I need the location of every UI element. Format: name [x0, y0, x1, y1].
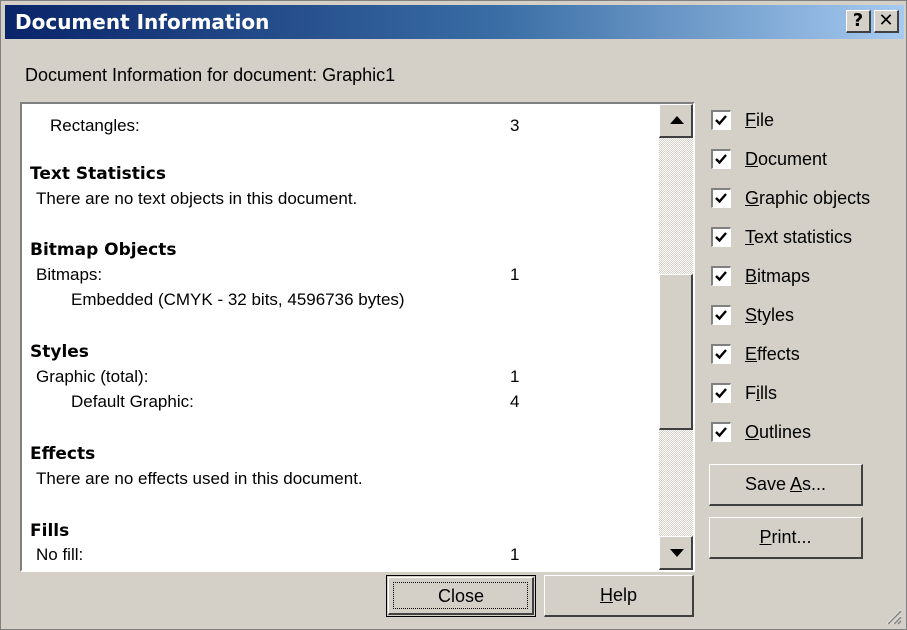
- checkbox[interactable]: [711, 305, 731, 325]
- checkbox[interactable]: [711, 422, 731, 442]
- document-information-dialog: Document Information ? ✕ Document Inform…: [0, 0, 907, 630]
- help-title-button[interactable]: ?: [846, 10, 871, 33]
- scroll-down-button[interactable]: [659, 536, 693, 570]
- scroll-up-button[interactable]: [659, 104, 693, 138]
- option-label: Graphic objects: [745, 188, 871, 208]
- save-as-label: Save As...: [744, 474, 827, 494]
- option-label: Outlines: [745, 422, 812, 442]
- checkbox[interactable]: [711, 344, 731, 364]
- fills-heading: Fills: [30, 521, 70, 541]
- checkbox[interactable]: [711, 149, 731, 169]
- checkmark-icon: [715, 271, 727, 282]
- checkbox[interactable]: [711, 227, 731, 247]
- embedded-bitmap-text: Embedded (CMYK - 32 bits, 4596736 bytes): [71, 290, 405, 309]
- default-graphic-label: Default Graphic:: [71, 392, 194, 411]
- arrow-down-icon: [670, 549, 684, 557]
- help-button[interactable]: Help: [544, 575, 694, 617]
- info-list-content: Rectangles: 3 Text Statistics There are …: [22, 104, 659, 570]
- text-statistics-note: There are no text objects in this docume…: [36, 189, 358, 208]
- option-label: Text statistics: [745, 227, 853, 247]
- checkmark-icon: [715, 388, 727, 399]
- close-button[interactable]: Close: [386, 575, 536, 617]
- effects-note: There are no effects used in this docume…: [36, 469, 363, 488]
- rectangles-label: Rectangles:: [50, 116, 140, 135]
- title-bar: Document Information ? ✕: [5, 5, 904, 39]
- arrow-up-icon: [670, 116, 684, 124]
- checkbox[interactable]: [711, 188, 731, 208]
- checkmark-icon: [715, 310, 727, 321]
- checkbox[interactable]: [711, 110, 731, 130]
- option-label: Styles: [745, 305, 795, 325]
- scroll-thumb[interactable]: [659, 274, 693, 430]
- option-label: Document: [745, 149, 828, 169]
- checkmark-icon: [715, 349, 727, 360]
- checkbox[interactable]: [711, 383, 731, 403]
- graphic-total-value: 1: [510, 367, 520, 386]
- styles-heading: Styles: [30, 342, 89, 362]
- save-as-button[interactable]: Save As...: [709, 464, 863, 506]
- bitmap-objects-heading: Bitmap Objects: [30, 240, 177, 260]
- print-label: Print...: [759, 527, 812, 547]
- vertical-scrollbar[interactable]: [659, 104, 693, 570]
- option-label: Bitmaps: [745, 266, 811, 286]
- text-statistics-heading: Text Statistics: [30, 164, 166, 184]
- graphic-total-label: Graphic (total):: [36, 367, 149, 386]
- window-title: Document Information: [15, 10, 270, 34]
- resize-grip-icon[interactable]: [882, 605, 902, 625]
- effects-heading: Effects: [30, 444, 96, 464]
- help-label: Help: [599, 585, 638, 605]
- no-fill-label: No fill:: [36, 545, 84, 564]
- checkmark-icon: [715, 115, 727, 126]
- no-fill-value: 1: [510, 545, 520, 564]
- option-label: File: [745, 110, 775, 130]
- close-label: Close: [437, 585, 485, 606]
- print-button[interactable]: Print...: [709, 517, 863, 559]
- checkmark-icon: [715, 232, 727, 243]
- bitmaps-label: Bitmaps:: [36, 265, 103, 284]
- close-title-button[interactable]: ✕: [874, 10, 899, 33]
- bitmaps-value: 1: [510, 265, 520, 284]
- info-listbox[interactable]: Rectangles: 3 Text Statistics There are …: [20, 102, 695, 572]
- checkmark-icon: [715, 427, 727, 438]
- default-graphic-value: 4: [510, 392, 520, 411]
- checkbox[interactable]: [711, 266, 731, 286]
- option-label: Effects: [745, 344, 800, 364]
- option-label: Fills: [745, 383, 777, 403]
- document-subtitle: Document Information for document: Graph…: [25, 65, 396, 85]
- rectangles-value: 3: [510, 116, 520, 135]
- checkmark-icon: [715, 154, 727, 165]
- checkmark-icon: [715, 193, 727, 204]
